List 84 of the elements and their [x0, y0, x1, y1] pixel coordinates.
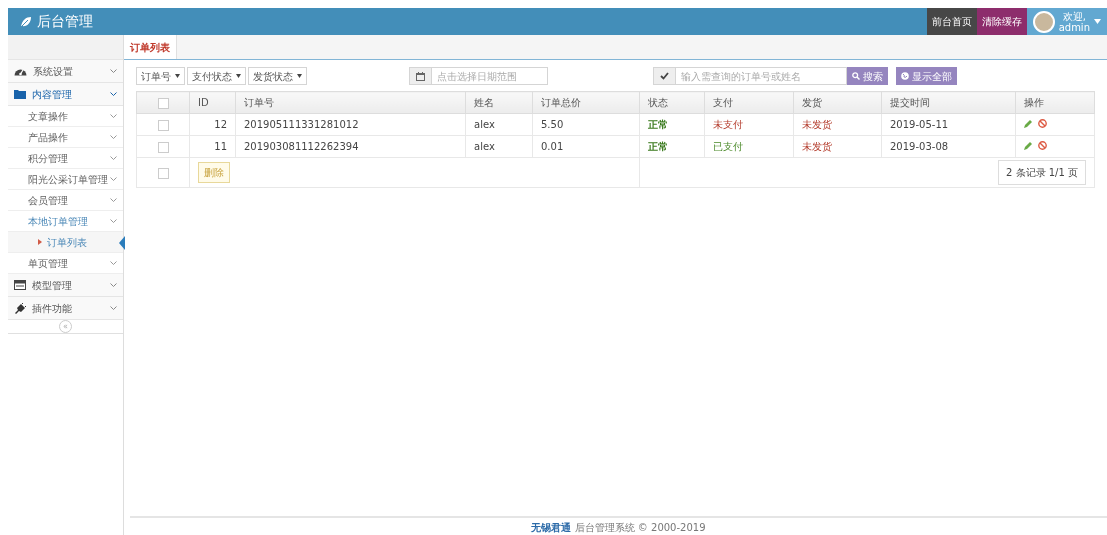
pencil-icon[interactable] — [1024, 119, 1033, 128]
search-icon — [852, 72, 860, 80]
table-cell: alex — [474, 141, 495, 152]
date-range-field[interactable]: 点击选择日期范围 — [409, 67, 548, 85]
column-header: 状态 — [648, 97, 668, 108]
submenu-item[interactable]: 本地订单管理 — [8, 211, 123, 232]
nav-button[interactable]: 前台首页 — [926, 8, 977, 35]
triangle-icon — [38, 239, 42, 245]
table-cell: 未发货 — [802, 141, 832, 152]
table-cell: 201903081112262394 — [244, 141, 359, 152]
table-cell: 正常 — [648, 141, 668, 152]
submenu-item[interactable]: 会员管理 — [8, 190, 123, 211]
avatar-placeholder — [1032, 10, 1055, 33]
table-cell: alex — [474, 119, 495, 130]
submenu-item[interactable]: 阳光公采订单管理 — [8, 169, 123, 190]
chevron-down-icon — [110, 176, 117, 182]
table-cell: 未支付 — [713, 119, 743, 130]
filter-dropdown[interactable]: 订单号 — [136, 67, 185, 85]
chevron-down-icon — [110, 68, 117, 74]
chevron-down-icon — [110, 91, 117, 97]
column-header: 提交时间 — [890, 97, 930, 108]
submenu-item[interactable]: 单页管理 — [8, 253, 123, 274]
tab[interactable]: 订单列表 — [124, 35, 177, 59]
footer-checkbox[interactable] — [157, 167, 169, 179]
table-cell: 201905111331281012 — [244, 119, 359, 130]
row-checkbox[interactable] — [157, 141, 169, 153]
column-header: 订单总价 — [541, 97, 581, 108]
column-header: 发货 — [802, 97, 822, 108]
select-all-checkbox[interactable] — [157, 97, 169, 109]
app-brand[interactable]: 后台管理 — [8, 8, 93, 35]
table-cell: 2019-03-08 — [890, 141, 949, 152]
leaf-icon — [20, 15, 32, 28]
sidebar-item[interactable]: 模型管理 — [8, 274, 123, 297]
row-checkbox[interactable] — [157, 119, 169, 131]
table-cell: 5.50 — [541, 119, 564, 130]
caret-icon — [236, 74, 241, 78]
chevron-down-icon — [110, 155, 117, 161]
table-cell: 0.01 — [541, 141, 564, 152]
search-field[interactable]: 输入需查询的订单号或姓名 — [653, 67, 847, 85]
plug-icon — [14, 302, 26, 314]
chevron-down-icon — [110, 282, 117, 288]
pagination-info: 2 条记录 1/1 页 — [998, 160, 1086, 185]
submenu-item[interactable]: 文章操作 — [8, 106, 123, 127]
submenu-item[interactable]: 积分管理 — [8, 148, 123, 169]
footer-text: 无锡君通 后台管理系统 © 2000-2019 — [531, 521, 706, 535]
ban-icon[interactable] — [1038, 141, 1047, 150]
chevron-down-icon — [110, 260, 117, 266]
chevron-down-icon — [110, 305, 117, 311]
card-icon — [14, 280, 26, 290]
table-cell: 未发货 — [802, 119, 832, 130]
column-header: 订单号 — [244, 97, 274, 108]
company-link[interactable]: 无锡君通 — [531, 522, 572, 533]
column-header: 支付 — [713, 97, 733, 108]
chevron-down-icon — [110, 134, 117, 140]
user-name: admin — [1058, 21, 1090, 33]
table-cell: 2019-05-11 — [890, 119, 949, 130]
filter-dropdown[interactable]: 支付状态 — [187, 67, 246, 85]
greeting-text: 欢迎, — [1061, 10, 1087, 22]
ban-icon[interactable] — [1038, 119, 1047, 128]
sidebar-item[interactable]: 系统设置 — [8, 60, 123, 83]
caret-icon — [297, 74, 302, 78]
table-cell: 12 — [214, 119, 227, 130]
filter-dropdown[interactable]: 发货状态 — [248, 67, 307, 85]
sidebar-item[interactable]: 内容管理 — [8, 83, 123, 106]
caret-icon — [175, 74, 180, 78]
chevron-down-icon — [110, 197, 117, 203]
chevron-down-icon — [110, 218, 117, 224]
table-cell: 正常 — [648, 119, 668, 130]
table-cell: 11 — [214, 141, 227, 152]
check-icon — [660, 72, 669, 80]
sidebar-item[interactable]: 插件功能 — [8, 297, 123, 320]
submenu-item[interactable]: 订单列表 — [8, 232, 123, 253]
column-header: 姓名 — [474, 97, 494, 108]
caret-icon — [1094, 19, 1101, 24]
nav-button[interactable]: 清除缓存 — [976, 8, 1027, 35]
column-header: 操作 — [1024, 97, 1044, 108]
calendar-icon — [416, 71, 425, 81]
column-header: ID — [198, 97, 209, 108]
globe-icon — [901, 72, 909, 80]
table-cell: 已支付 — [713, 141, 743, 152]
submenu-item[interactable]: 产品操作 — [8, 127, 123, 148]
folder-icon — [14, 89, 26, 99]
pencil-icon[interactable] — [1024, 141, 1033, 150]
chevron-down-icon — [110, 113, 117, 119]
